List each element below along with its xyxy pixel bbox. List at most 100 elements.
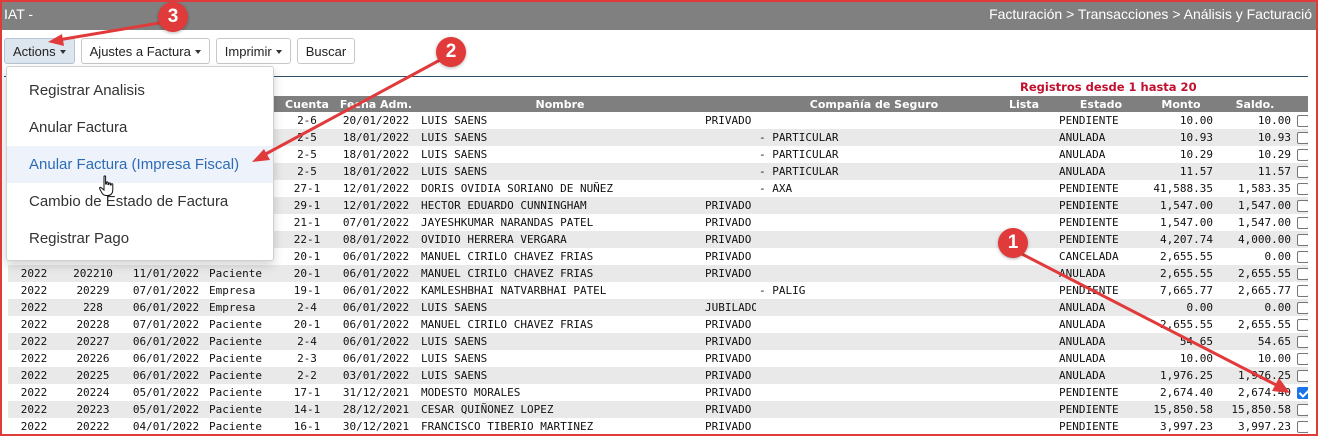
table-row[interactable]: 2022 20224 05/01/2022 Paciente 17-1 31/12/202… bbox=[8, 384, 1308, 401]
table-row[interactable]: 2022 20228 07/01/2022 Paciente 20-1 06/01/202… bbox=[8, 316, 1308, 333]
menu-item[interactable]: Cambio de Estado de Factura bbox=[7, 183, 273, 220]
menu-item[interactable]: Registrar Pago bbox=[7, 220, 273, 257]
table-row[interactable]: 2022 20226 06/01/2022 Paciente 2-3 06/01/2022… bbox=[8, 350, 1308, 367]
table-cell: PENDIENTE bbox=[1056, 418, 1146, 435]
row-select-checkbox[interactable] bbox=[1297, 183, 1308, 195]
table-cell: JUBILADO bbox=[702, 299, 756, 316]
table-cell: 10.00 bbox=[1146, 350, 1216, 367]
table-cell: 07/01/2022 bbox=[126, 316, 206, 333]
table-cell: 54.65 bbox=[1216, 333, 1294, 350]
table-cell: PRIVADO bbox=[702, 418, 756, 435]
toolbar: Actions Ajustes a Factura Imprimir Busca… bbox=[4, 38, 356, 64]
column-header[interactable] bbox=[1294, 96, 1308, 112]
records-summary: Registros desde 1 hasta 20 bbox=[1020, 80, 1197, 94]
row-select-checkbox[interactable] bbox=[1297, 166, 1308, 178]
table-cell: PENDIENTE bbox=[1056, 384, 1146, 401]
row-select-checkbox[interactable] bbox=[1297, 404, 1308, 416]
row-select-checkbox[interactable] bbox=[1297, 302, 1308, 314]
table-row[interactable]: 2022 20223 05/01/2022 Paciente 14-1 28/12/202… bbox=[8, 401, 1308, 418]
table-row[interactable]: 2022 20227 06/01/2022 Paciente 2-4 06/01/2022… bbox=[8, 333, 1308, 350]
table-cell: 19-1 bbox=[280, 282, 334, 299]
row-select-checkbox[interactable] bbox=[1297, 200, 1308, 212]
table-cell: 1,976.25 bbox=[1216, 367, 1294, 384]
table-cell: PENDIENTE bbox=[1056, 197, 1146, 214]
table-row[interactable]: 2022 202210 11/01/2022 Paciente 20-1 06/01/20… bbox=[8, 265, 1308, 282]
table-cell: 06/01/2022 bbox=[126, 367, 206, 384]
table-cell: 06/01/2022 bbox=[334, 316, 418, 333]
row-select-checkbox[interactable] bbox=[1297, 217, 1308, 229]
column-header[interactable]: Estado bbox=[1056, 96, 1146, 112]
row-select-checkbox[interactable] bbox=[1297, 421, 1308, 433]
table-cell: 2,655.55 bbox=[1146, 248, 1216, 265]
row-select-checkbox[interactable] bbox=[1297, 387, 1308, 399]
row-select-checkbox[interactable] bbox=[1297, 285, 1308, 297]
column-header[interactable]: Compañía de Seguro bbox=[756, 96, 992, 112]
table-cell: FRANCISCO TIBERIO MARTINEZ bbox=[418, 418, 702, 435]
caret-down-icon bbox=[275, 49, 282, 54]
row-select-checkbox[interactable] bbox=[1297, 149, 1308, 161]
table-cell bbox=[992, 384, 1056, 401]
column-header[interactable]: Lista bbox=[992, 96, 1056, 112]
table-cell: 2022 bbox=[8, 282, 60, 299]
row-select-checkbox[interactable] bbox=[1297, 268, 1308, 280]
table-cell: 2,655.55 bbox=[1146, 265, 1216, 282]
row-select-checkbox[interactable] bbox=[1297, 336, 1308, 348]
column-header[interactable]: Fecha Adm. bbox=[334, 96, 418, 112]
table-cell: KAMLESHBHAI NATVARBHAI PATEL bbox=[418, 282, 702, 299]
row-select-checkbox[interactable] bbox=[1297, 353, 1308, 365]
column-header[interactable]: Monto bbox=[1146, 96, 1216, 112]
breadcrumb[interactable]: Facturación > Transacciones > Análisis y… bbox=[989, 6, 1312, 22]
table-cell bbox=[992, 350, 1056, 367]
column-header[interactable]: Cuenta bbox=[280, 96, 334, 112]
table-cell: 2022 bbox=[8, 418, 60, 435]
table-cell: 1,547.00 bbox=[1146, 214, 1216, 231]
row-select-checkbox[interactable] bbox=[1297, 319, 1308, 331]
table-cell: 2022 bbox=[8, 401, 60, 418]
row-select-checkbox[interactable] bbox=[1297, 115, 1308, 127]
table-cell: 06/01/2022 bbox=[334, 333, 418, 350]
table-cell bbox=[992, 299, 1056, 316]
table-cell: 2022 bbox=[8, 384, 60, 401]
table-cell: 2-3 bbox=[280, 350, 334, 367]
table-cell: LUIS SAENS bbox=[418, 299, 702, 316]
row-checkbox-cell bbox=[1294, 384, 1308, 401]
table-cell: PRIVADO bbox=[702, 231, 756, 248]
table-cell bbox=[756, 112, 992, 129]
menu-item[interactable]: Registrar Analisis bbox=[7, 72, 273, 109]
table-row[interactable]: 2022 228 06/01/2022 Empresa 2-4 06/01/2022 LUI… bbox=[8, 299, 1308, 316]
column-header[interactable]: Nombre bbox=[418, 96, 702, 112]
table-row[interactable]: 2022 20225 06/01/2022 Paciente 2-2 03/01/2022… bbox=[8, 367, 1308, 384]
table-cell: Paciente bbox=[206, 401, 280, 418]
ajustes-factura-button[interactable]: Ajustes a Factura bbox=[80, 38, 210, 64]
column-header[interactable] bbox=[702, 96, 756, 112]
imprimir-button[interactable]: Imprimir bbox=[215, 38, 291, 64]
buscar-button[interactable]: Buscar bbox=[296, 38, 356, 64]
table-row[interactable]: 2022 20222 04/01/2022 Paciente 16-1 30/12/202… bbox=[8, 418, 1308, 435]
table-cell: 1,976.25 bbox=[1146, 367, 1216, 384]
table-cell: 20226 bbox=[60, 350, 126, 367]
actions-button[interactable]: Actions bbox=[4, 38, 75, 64]
row-checkbox-cell bbox=[1294, 180, 1308, 197]
table-cell: 2,655.55 bbox=[1216, 316, 1294, 333]
row-checkbox-cell bbox=[1294, 112, 1308, 129]
table-cell: 7,665.77 bbox=[1146, 282, 1216, 299]
table-cell: 2,655.55 bbox=[1146, 316, 1216, 333]
menu-item[interactable]: Anular Factura (Impresa Fiscal) bbox=[7, 146, 273, 183]
table-cell bbox=[756, 350, 992, 367]
row-select-checkbox[interactable] bbox=[1297, 251, 1308, 263]
row-select-checkbox[interactable] bbox=[1297, 234, 1308, 246]
table-cell: PRIVADO bbox=[702, 265, 756, 282]
table-cell bbox=[702, 282, 756, 299]
table-cell: 41,588.35 bbox=[1146, 180, 1216, 197]
row-checkbox-cell bbox=[1294, 299, 1308, 316]
table-cell: ANULADA bbox=[1056, 129, 1146, 146]
row-select-checkbox[interactable] bbox=[1297, 370, 1308, 382]
table-cell bbox=[992, 316, 1056, 333]
row-select-checkbox[interactable] bbox=[1297, 132, 1308, 144]
table-cell: ANULADA bbox=[1056, 146, 1146, 163]
table-cell: DORIS OVIDIA SORIANO DE NUÑEZ bbox=[418, 180, 702, 197]
menu-item[interactable]: Anular Factura bbox=[7, 109, 273, 146]
column-header[interactable]: Saldo. bbox=[1216, 96, 1294, 112]
table-row[interactable]: 2022 20229 07/01/2022 Empresa 19-1 06/01/2022… bbox=[8, 282, 1308, 299]
table-cell: Paciente bbox=[206, 316, 280, 333]
